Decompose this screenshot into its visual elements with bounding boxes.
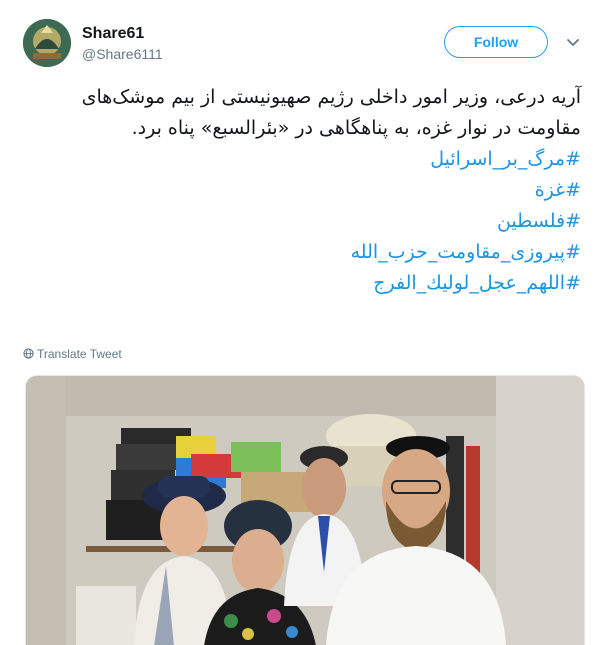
chevron-down-icon[interactable]: [565, 34, 581, 50]
hashtag-link[interactable]: #غزة: [21, 175, 581, 206]
translate-tweet-link[interactable]: Translate Tweet: [23, 347, 122, 361]
tweet-photo[interactable]: [25, 375, 585, 645]
hashtag-link[interactable]: #اللهم_عجل_لولیك_الفرج: [21, 268, 581, 299]
tweet-text: آریه درعی، وزیر امور داخلی رژیم صهیونیست…: [21, 82, 581, 299]
tweet-header: Share61 @Share6111 Follow: [0, 0, 601, 80]
hashtag-link[interactable]: #فلسطین: [21, 206, 581, 237]
display-name[interactable]: Share61: [82, 25, 144, 43]
translate-label: Translate Tweet: [37, 347, 122, 361]
follow-button[interactable]: Follow: [444, 26, 548, 58]
avatar-emblem-icon: [23, 19, 71, 67]
photo-people-in-shelter: [26, 376, 584, 645]
user-handle[interactable]: @Share6111: [82, 46, 163, 62]
avatar[interactable]: [23, 19, 71, 67]
tweet-body: آریه درعی، وزیر امور داخلی رژیم صهیونیست…: [81, 86, 581, 139]
globe-icon: [23, 348, 34, 359]
hashtag-link[interactable]: #پیروزی_مقاومت_حزب_الله: [21, 237, 581, 268]
hashtag-link[interactable]: #مرگ_بر_اسرائیل: [21, 144, 581, 175]
